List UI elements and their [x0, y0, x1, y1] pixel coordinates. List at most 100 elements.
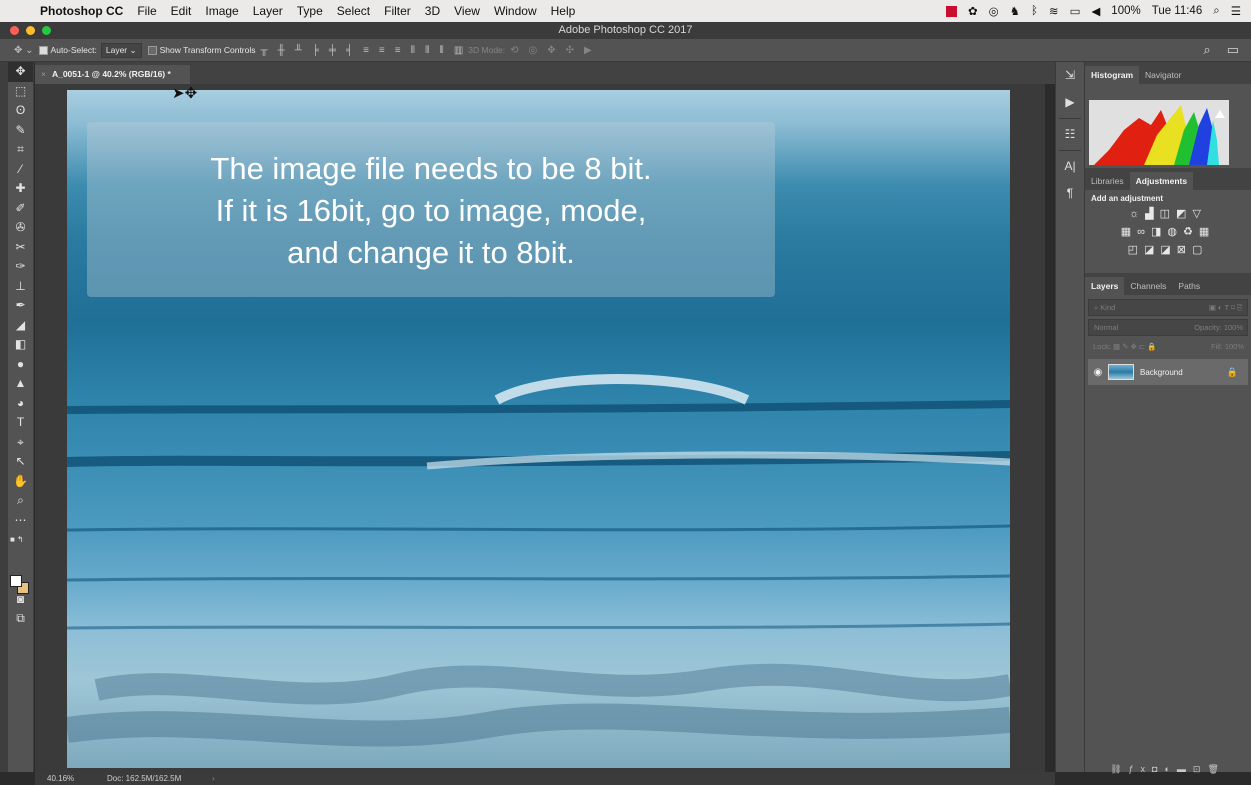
fx-icon[interactable]: ƒx — [1129, 764, 1153, 774]
close-window-button[interactable] — [10, 26, 19, 35]
channel-mixer-icon[interactable]: ♻ — [1183, 226, 1199, 238]
minimize-window-button[interactable] — [26, 26, 35, 35]
opacity-control[interactable]: Opacity: 100% — [1194, 320, 1243, 335]
exposure-icon[interactable]: ◩ — [1176, 208, 1192, 220]
distribute-hcenter-icon[interactable]: ⦀ — [425, 45, 429, 56]
zoom-tool-icon[interactable]: ⌕ — [8, 491, 33, 511]
align-right-icon[interactable]: ╡ — [346, 45, 353, 56]
align-bottom-icon[interactable]: ╨ — [295, 45, 302, 56]
levels-icon[interactable]: ▟ — [1145, 208, 1159, 220]
search-icon[interactable]: ⌕ — [1203, 42, 1210, 58]
color-lookup-icon[interactable]: ▦ — [1199, 226, 1215, 238]
gradient-map-icon[interactable]: ▽ — [1192, 208, 1206, 220]
canvas-area[interactable]: The image file needs to be 8 bit. If it … — [35, 84, 1045, 772]
history-panel-icon[interactable]: ⇲ — [1056, 62, 1084, 89]
menu-3d[interactable]: 3D — [425, 4, 440, 18]
character-panel-icon[interactable]: A| — [1056, 153, 1084, 180]
brush-tool-icon[interactable]: ✐ — [8, 199, 33, 219]
visibility-eye-icon[interactable]: ◉ — [1088, 367, 1108, 378]
gradient-tool-icon[interactable]: ◧ — [8, 335, 33, 355]
dropbox-icon[interactable]: ✿ — [968, 4, 978, 18]
layer-background[interactable]: ◉ Background 🔒 — [1088, 359, 1248, 385]
more-tools-icon[interactable]: ⋯ — [8, 511, 33, 531]
vibrance-icon[interactable]: ▦ — [1121, 226, 1137, 238]
ocean-photo[interactable]: The image file needs to be 8 bit. If it … — [67, 90, 1010, 768]
filter-icons[interactable]: ▣ ◐ T ⌑ ⎘ — [1209, 300, 1243, 315]
clone-stamp-tool-icon[interactable]: ✇ — [8, 218, 33, 238]
distribute-left-icon[interactable]: ⦀ — [411, 45, 415, 56]
distribute-top-icon[interactable]: ≡ — [363, 45, 369, 56]
eraser-tool-icon[interactable]: ✑ — [8, 257, 33, 277]
path-select-tool-icon[interactable]: ⌖ — [8, 433, 33, 453]
default-colors-icon[interactable]: ■ ↰ — [8, 530, 33, 550]
3d-rotate-icon[interactable]: ⟲ — [510, 45, 518, 56]
history-brush-tool-icon[interactable]: ✂ — [8, 238, 33, 258]
distribute-bottom-icon[interactable]: ≡ — [395, 45, 401, 56]
hand-tool-icon[interactable]: ✋ — [8, 472, 33, 492]
eyedropper-tool-icon[interactable]: ⁄ — [8, 160, 33, 180]
notification-center-icon[interactable]: ☰ — [1231, 4, 1241, 18]
actions-panel-icon[interactable]: ▶ — [1056, 89, 1084, 116]
align-left-icon[interactable]: ╞ — [312, 45, 319, 56]
smudge-tool-icon[interactable]: ✒ — [8, 296, 33, 316]
recording-icon[interactable] — [946, 5, 958, 17]
menu-app[interactable]: Photoshop CC — [40, 4, 123, 18]
curves-icon[interactable]: ◫ — [1160, 208, 1176, 220]
quick-select-tool-icon[interactable]: ✎ — [8, 121, 33, 141]
menu-help[interactable]: Help — [551, 4, 576, 18]
threshold-icon[interactable]: ◪ — [1160, 244, 1176, 256]
add-mask-icon[interactable]: ◘ — [1152, 764, 1164, 774]
properties-panel-icon[interactable]: ☷ — [1056, 121, 1084, 148]
spotlight-icon[interactable]: ⌕ — [1213, 5, 1219, 18]
zoom-level[interactable]: 40.16% — [47, 772, 74, 785]
tab-layers[interactable]: Layers — [1085, 277, 1125, 295]
tab-libraries[interactable]: Libraries — [1085, 172, 1130, 190]
tab-histogram[interactable]: Histogram — [1085, 66, 1140, 84]
tab-navigator[interactable]: Navigator — [1139, 66, 1187, 84]
distribute-right-icon[interactable]: ⦀ — [439, 45, 443, 56]
menu-type[interactable]: Type — [297, 4, 323, 18]
blur-tool-icon[interactable]: ● — [8, 355, 33, 375]
align-vcenter-icon[interactable]: ╫ — [278, 45, 285, 56]
invert-icon[interactable]: ◰ — [1128, 244, 1144, 256]
link-layers-icon[interactable]: ⛓ — [1110, 764, 1128, 774]
menu-layer[interactable]: Layer — [253, 4, 283, 18]
new-layer-icon[interactable]: ⊡ — [1193, 764, 1208, 774]
3d-roll-icon[interactable]: ◎ — [529, 45, 538, 56]
volume-icon[interactable]: ◀︎ — [1091, 4, 1100, 18]
pen-tool-icon[interactable]: ◕ — [8, 394, 33, 414]
selective-color-icon[interactable]: ⊠ — [1177, 244, 1192, 256]
trash-icon[interactable]: 🗑 — [1207, 764, 1225, 774]
tab-paths[interactable]: Paths — [1172, 277, 1206, 295]
posterize-icon[interactable]: ◪ — [1144, 244, 1160, 256]
foreground-color-swatch[interactable] — [10, 575, 22, 587]
type-tool-icon[interactable]: T — [8, 413, 33, 433]
paragraph-panel-icon[interactable]: ¶ — [1056, 180, 1084, 207]
menu-filter[interactable]: Filter — [384, 4, 411, 18]
photo-filter-icon[interactable]: ◍ — [1167, 226, 1183, 238]
status-menu-arrow-icon[interactable]: › — [212, 772, 215, 785]
menu-window[interactable]: Window — [494, 4, 537, 18]
menu-select[interactable]: Select — [337, 4, 370, 18]
bluetooth-icon[interactable]: ᛒ — [1031, 5, 1038, 17]
lasso-tool-icon[interactable]: ʘ — [8, 101, 33, 121]
clock[interactable]: Tue 11:46 — [1152, 5, 1203, 17]
auto-select-checkbox[interactable] — [38, 45, 48, 55]
menu-file[interactable]: File — [137, 4, 156, 18]
auto-select-dropdown[interactable]: Layer ⌄ — [100, 42, 142, 58]
blend-mode-select[interactable]: Normal Opacity: 100% — [1088, 319, 1248, 336]
airplay-icon[interactable]: ▭ — [1070, 4, 1081, 18]
menu-view[interactable]: View — [454, 4, 480, 18]
battery-percent[interactable]: 100% — [1111, 5, 1140, 17]
marquee-tool-icon[interactable]: ⬚ — [8, 82, 33, 102]
dodge-tool-icon[interactable]: ▲ — [8, 374, 33, 394]
brightness-icon[interactable]: ☼ — [1129, 208, 1145, 220]
align-hcenter-icon[interactable]: ╪ — [329, 45, 336, 56]
transform-controls-checkbox[interactable] — [147, 45, 157, 55]
hue-saturation-icon[interactable]: ∞ — [1137, 226, 1151, 238]
crop-tool-icon[interactable]: ⌗ — [8, 140, 33, 160]
new-group-icon[interactable]: ▬ — [1177, 764, 1193, 774]
workspace-icon[interactable]: ▭ — [1227, 42, 1239, 58]
auto-align-icon[interactable]: ▥ — [454, 45, 463, 56]
close-tab-icon[interactable]: × — [41, 69, 46, 79]
